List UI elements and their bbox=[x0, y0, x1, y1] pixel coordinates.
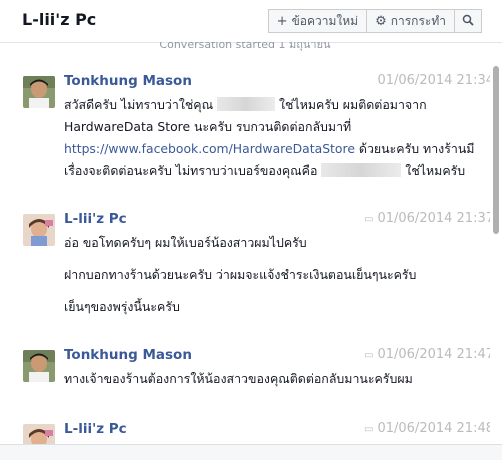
message-timestamp: 01/06/2014 21:34 bbox=[377, 73, 490, 88]
avatar[interactable] bbox=[23, 76, 55, 108]
scrollbar-thumb[interactable] bbox=[493, 66, 499, 234]
message-text: สวัสดีครับ ไม่ทราบว่าใช่คุณ bbox=[64, 97, 214, 112]
conversation-title: L-lii'z Pc bbox=[22, 10, 97, 29]
message-body: ทางเจ้าของร้านต้องการให้น้องสาวของคุณติด… bbox=[64, 368, 484, 390]
message-body: อ่อ ขอโทดครับๆ ผมให้เบอร์น้องสาวผมไปครับ… bbox=[64, 232, 484, 318]
message-icon: ▭ bbox=[364, 424, 374, 435]
new-message-label: ข้อความใหม่ bbox=[291, 13, 359, 28]
actions-button[interactable]: ⚙ การกระทำ bbox=[367, 9, 455, 33]
message-link[interactable]: https://www.facebook.com/HardwareDataSto… bbox=[64, 141, 355, 156]
message-body: สวัสดีครับ ไม่ทราบว่าใช่คุณ ใช่ไหมครับ ผ… bbox=[64, 94, 484, 182]
message-timestamp: ▭ 01/06/2014 21:48 bbox=[364, 421, 490, 436]
message-text: ทางเจ้าของร้านต้องการให้น้องสาวของคุณติด… bbox=[64, 371, 413, 386]
sender-name[interactable]: L-lii'z Pc bbox=[64, 211, 127, 227]
message-text: เย็นๆของพรุ่งนี้นะครับ bbox=[64, 299, 180, 314]
new-message-button[interactable]: + ข้อความใหม่ bbox=[267, 9, 368, 33]
message-text: อ่อ ขอโทดครับๆ ผมให้เบอร์น้องสาวผมไปครับ bbox=[64, 235, 307, 250]
message-text: ฝากบอกทางร้านด้วยนะครับ ว่าผมจะแจ้งชำระเ… bbox=[64, 267, 417, 282]
avatar[interactable] bbox=[23, 424, 55, 444]
message-icon: ▭ bbox=[364, 350, 374, 361]
search-button[interactable] bbox=[455, 9, 482, 33]
message-timestamp: ▭ 01/06/2014 21:37 bbox=[364, 211, 490, 226]
plus-icon: + bbox=[276, 13, 288, 29]
sender-name[interactable]: Tonkhung Mason bbox=[64, 347, 192, 363]
redacted-text bbox=[321, 163, 402, 177]
message-icon: ▭ bbox=[364, 214, 374, 225]
sender-name[interactable]: L-lii'z Pc bbox=[64, 421, 127, 437]
actions-label: การกระทำ bbox=[390, 13, 446, 28]
avatar[interactable] bbox=[23, 350, 55, 382]
search-icon bbox=[462, 14, 474, 29]
message-text: ใช่ไหมครับ bbox=[405, 163, 466, 178]
gear-icon: ⚙ bbox=[375, 13, 387, 29]
header-toolbar: + ข้อความใหม่ ⚙ การกระทำ bbox=[267, 9, 482, 33]
conversation-started-label: Conversation started 1 มิถุนายน bbox=[159, 42, 331, 51]
composer-bar bbox=[0, 444, 502, 460]
redacted-text bbox=[217, 97, 276, 111]
avatar[interactable] bbox=[23, 214, 55, 246]
thread-scrollbar[interactable] bbox=[490, 56, 502, 444]
message-thread[interactable]: Tonkhung Mason 01/06/2014 21:34 สวัสดีคร… bbox=[0, 56, 490, 444]
message-timestamp: ▭ 01/06/2014 21:47 bbox=[364, 347, 490, 362]
sender-name[interactable]: Tonkhung Mason bbox=[64, 73, 192, 89]
conversation-header: L-lii'z Pc + ข้อความใหม่ ⚙ การกระทำ bbox=[0, 0, 502, 43]
